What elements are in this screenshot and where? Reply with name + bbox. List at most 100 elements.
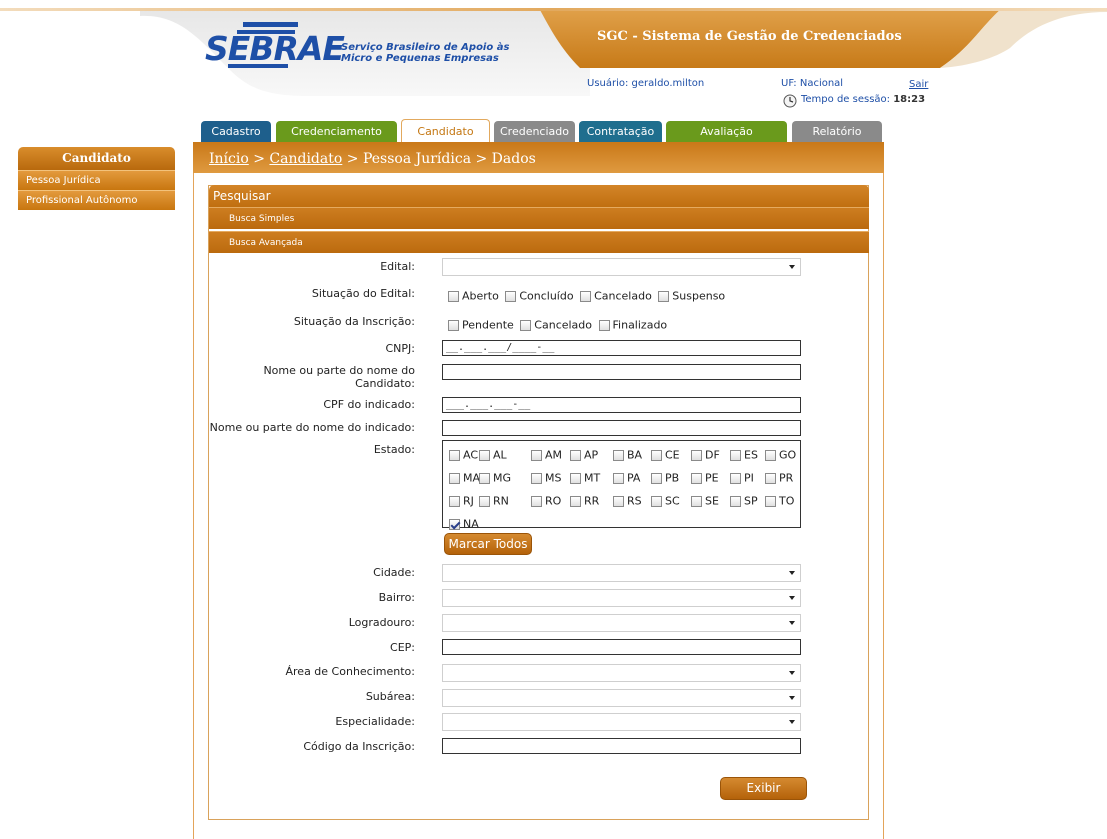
situacao-edital-aberto[interactable]: Aberto [448,289,499,303]
checkbox[interactable] [570,495,581,507]
situacao-edital-cancelado[interactable]: Cancelado [580,289,652,303]
estado-option-rr[interactable]: RR [570,494,599,508]
checkbox[interactable] [613,495,624,507]
estado-option-rn[interactable]: RN [479,494,509,508]
checkbox[interactable] [765,449,776,461]
cep-input[interactable] [442,639,801,655]
nome-candidato-input[interactable] [442,364,801,380]
estado-option-mg[interactable]: MG [479,471,511,485]
busca-avancada-toggle[interactable]: Busca Avançada [209,231,869,253]
tab-candidato[interactable]: Candidato [401,119,490,143]
checkbox[interactable] [479,495,490,507]
checkbox[interactable] [691,472,702,484]
sidebar-item-pessoa-juridica[interactable]: Pessoa Jurídica [18,170,175,190]
situacao-edital-suspenso[interactable]: Suspenso [658,289,725,303]
estado-code: PR [779,471,794,485]
tab-cadastro[interactable]: Cadastro [201,121,271,142]
checkbox[interactable] [730,472,741,484]
checkbox[interactable] [651,449,662,461]
sidebar-item-profissional-autonomo[interactable]: Profissional Autônomo [18,190,175,210]
area-conhecimento-select[interactable] [442,664,801,682]
estado-option-am[interactable]: AM [531,448,562,462]
situacao-inscricao-finalizado[interactable]: Finalizado [598,318,667,332]
logout-link[interactable]: Sair [909,79,928,90]
checkbox[interactable] [448,319,459,331]
checkbox[interactable] [570,449,581,461]
checkbox[interactable] [730,495,741,507]
estado-option-sp[interactable]: SP [730,494,758,508]
estado-option-ap[interactable]: AP [570,448,598,462]
checkbox[interactable] [691,449,702,461]
estado-option-rs[interactable]: RS [613,494,642,508]
estado-option-rj[interactable]: RJ [449,494,474,508]
nome-indicado-input[interactable] [442,420,801,436]
checkbox[interactable] [613,449,624,461]
estado-option-to[interactable]: TO [765,494,794,508]
checkbox[interactable] [531,495,542,507]
logradouro-select[interactable] [442,614,801,632]
estado-option-ac[interactable]: AC [449,448,478,462]
bairro-select[interactable] [442,589,801,607]
cpf-input[interactable]: ___.___.___-__ [442,397,801,413]
estado-option-es[interactable]: ES [730,448,758,462]
estado-option-al[interactable]: AL [479,448,507,462]
checkbox[interactable] [520,319,532,331]
checkbox[interactable] [651,472,662,484]
checkbox[interactable] [691,495,702,507]
estado-option-pe[interactable]: PE [691,471,719,485]
situacao-edital-concluido[interactable]: Concluído [505,289,574,303]
estado-option-pi[interactable]: PI [730,471,754,485]
checkbox[interactable] [449,472,460,484]
estado-option-ba[interactable]: BA [613,448,642,462]
checkbox[interactable] [598,319,610,331]
estado-option-go[interactable]: GO [765,448,796,462]
estado-option-pa[interactable]: PA [613,471,640,485]
tab-avaliacao[interactable]: Avaliação [666,121,787,142]
checkbox[interactable] [479,472,490,484]
estado-option-ro[interactable]: RO [531,494,561,508]
checkbox[interactable] [531,472,542,484]
checkbox[interactable] [449,518,460,530]
checkbox[interactable] [613,472,624,484]
situacao-inscricao-pendente[interactable]: Pendente [448,318,514,332]
tab-relatorio[interactable]: Relatório [792,121,882,142]
subarea-select[interactable] [442,689,801,707]
checkbox[interactable] [531,449,542,461]
estado-option-ce[interactable]: CE [651,448,680,462]
checkbox[interactable] [658,290,670,302]
estado-option-pb[interactable]: PB [651,471,679,485]
cidade-select[interactable] [442,564,801,582]
checkbox[interactable] [651,495,662,507]
tab-credenciado[interactable]: Credenciado [494,121,575,142]
edital-select[interactable] [442,258,801,276]
checkbox[interactable] [448,290,459,302]
checkbox[interactable] [570,472,581,484]
codigo-inscricao-input[interactable] [442,738,801,754]
checkbox[interactable] [580,290,592,302]
estado-option-se[interactable]: SE [691,494,719,508]
estado-option-pr[interactable]: PR [765,471,793,485]
estado-option-ms[interactable]: MS [531,471,561,485]
busca-simples-toggle[interactable]: Busca Simples [209,207,869,229]
breadcrumb-candidato-link[interactable]: Candidato [269,151,342,167]
estado-option-ma[interactable]: MA [449,471,480,485]
situacao-inscricao-cancelado[interactable]: Cancelado [520,318,592,332]
checkbox[interactable] [730,449,741,461]
checkbox[interactable] [449,449,460,461]
checkbox[interactable] [449,495,460,507]
especialidade-select[interactable] [442,713,801,731]
cnpj-input[interactable]: __.___.___/____-__ [442,340,801,356]
tab-credenciamento[interactable]: Credenciamento [276,121,397,142]
estado-option-df[interactable]: DF [691,448,720,462]
checkbox[interactable] [505,290,517,302]
checkbox[interactable] [765,472,776,484]
checkbox[interactable] [479,449,490,461]
tab-contratacao[interactable]: Contratação [579,121,662,142]
breadcrumb-home-link[interactable]: Início [209,151,249,167]
exibir-button[interactable]: Exibir [720,777,807,800]
marcar-todos-button[interactable]: Marcar Todos [444,533,532,555]
checkbox[interactable] [765,495,776,507]
estado-option-mt[interactable]: MT [570,471,600,485]
estado-option-na[interactable]: NA [449,517,479,531]
estado-option-sc[interactable]: SC [651,494,680,508]
